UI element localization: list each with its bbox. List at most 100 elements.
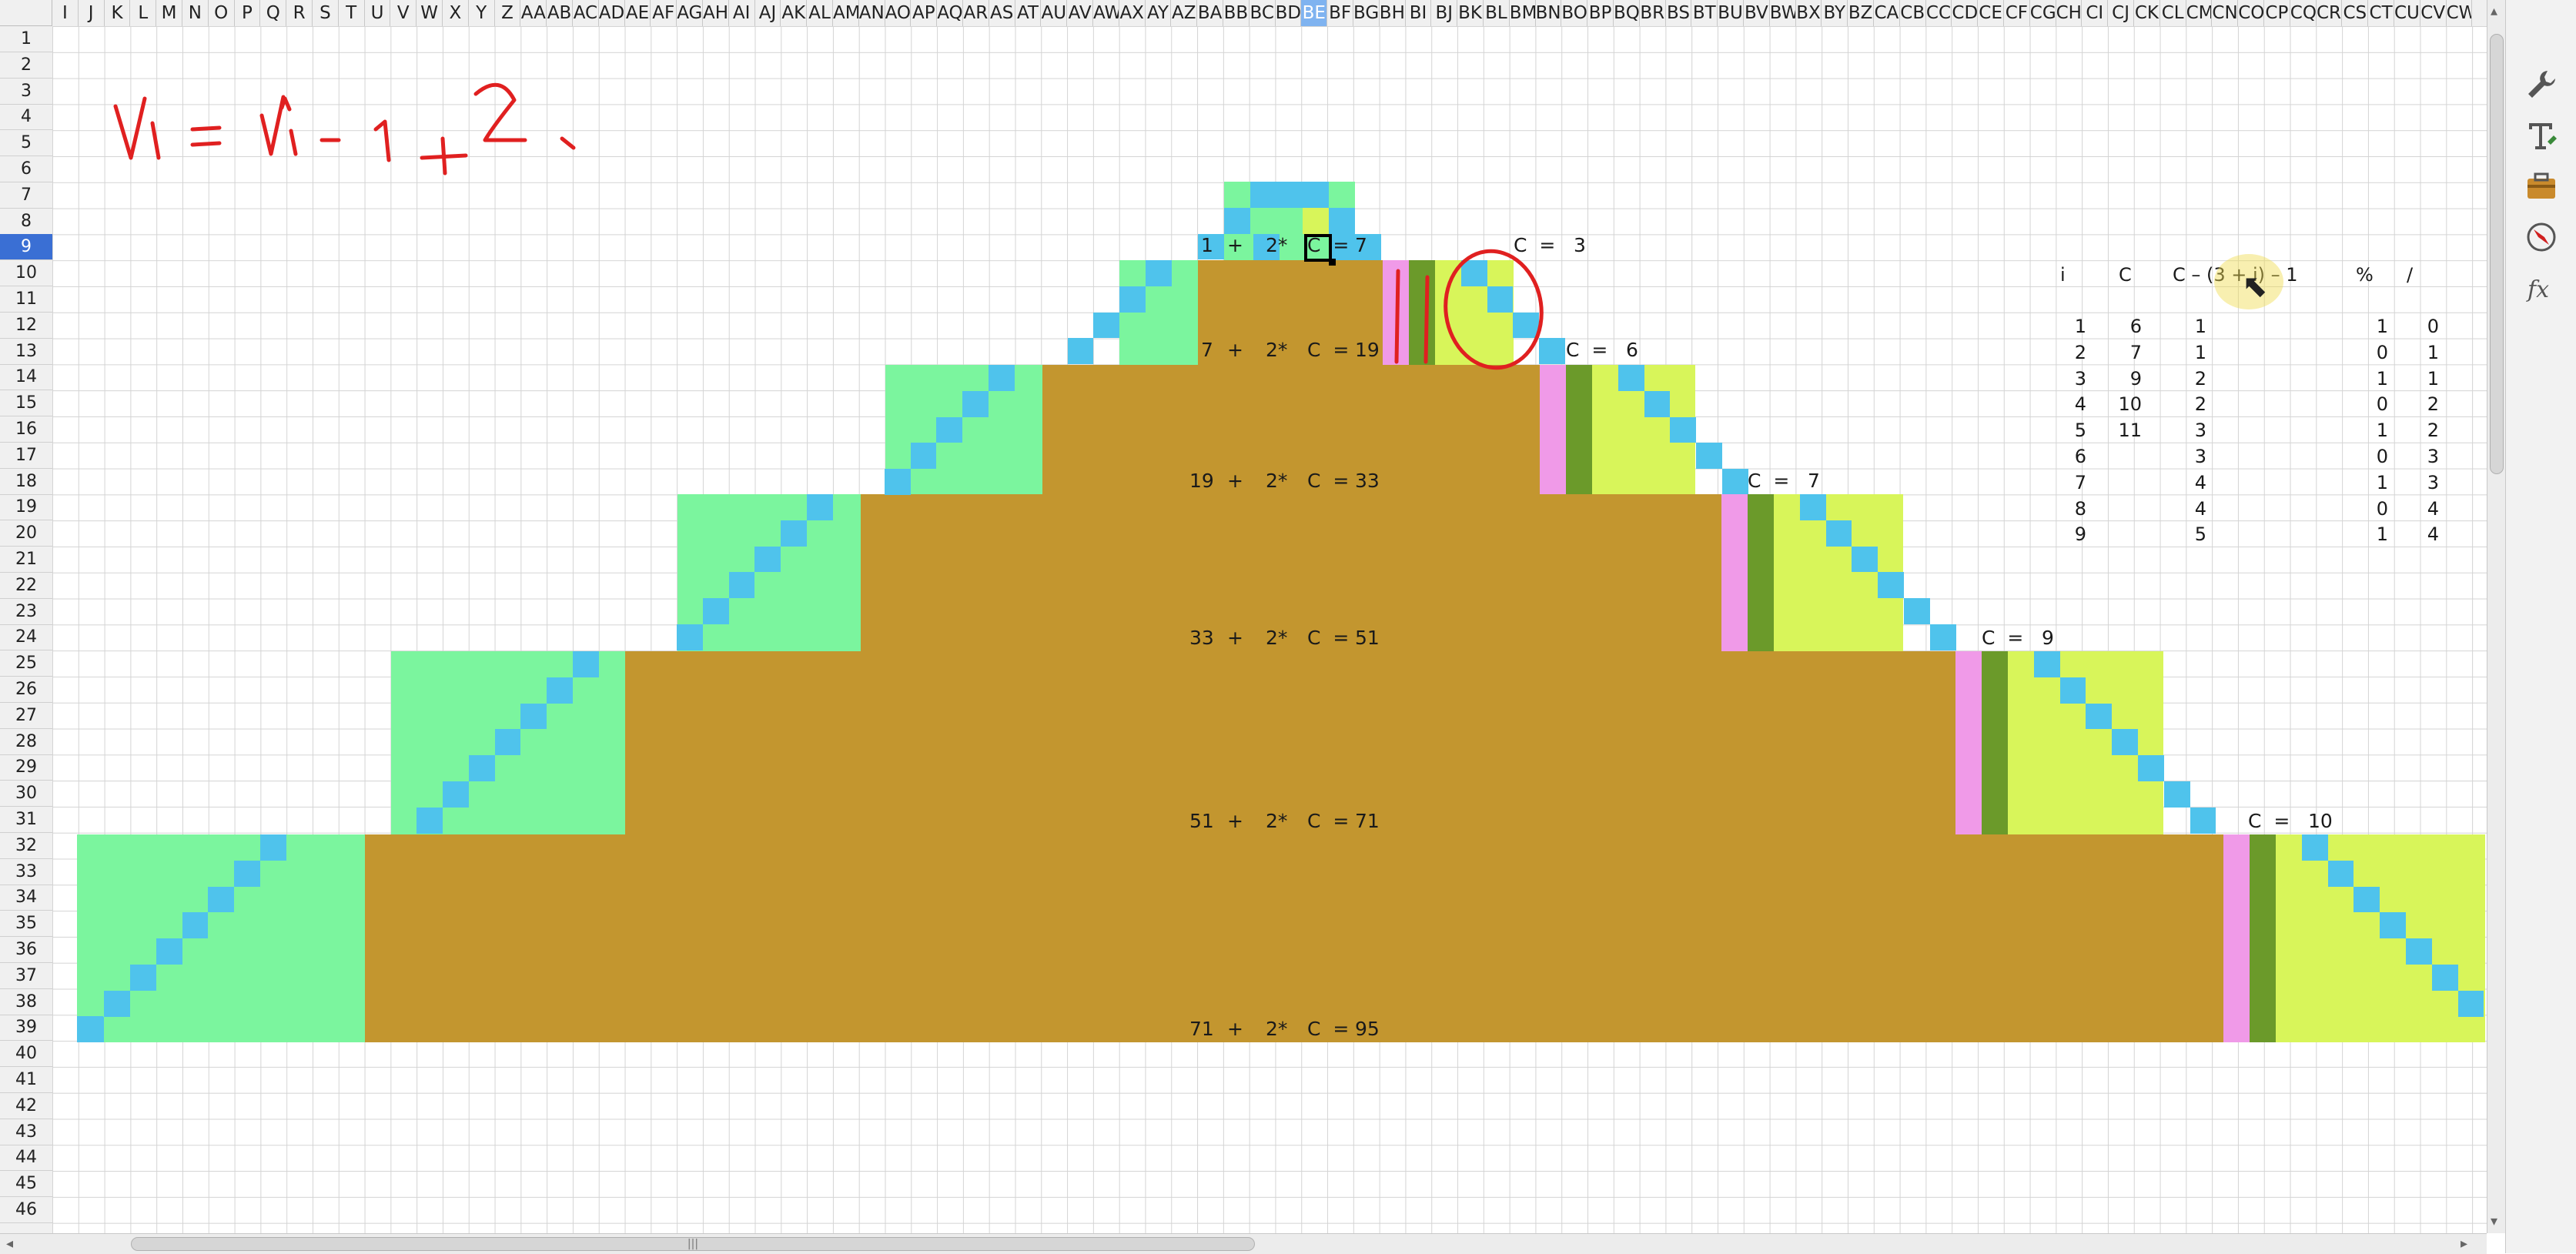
styles-text-icon[interactable] [2521, 115, 2561, 155]
row-header[interactable]: 44 [0, 1145, 52, 1172]
column-header[interactable]: AU [1041, 0, 1068, 26]
row-header[interactable]: 8 [0, 209, 52, 235]
column-header[interactable]: BZ [1848, 0, 1874, 26]
column-header[interactable]: BG [1353, 0, 1380, 26]
row-header[interactable]: 13 [0, 339, 52, 365]
row-header[interactable]: 38 [0, 989, 52, 1015]
column-header[interactable]: AT [1015, 0, 1042, 26]
column-header[interactable]: CN [2212, 0, 2239, 26]
column-header[interactable]: CF [2004, 0, 2030, 26]
column-header[interactable]: X [443, 0, 469, 26]
column-header[interactable]: CD [1952, 0, 1979, 26]
column-header[interactable]: BS [1666, 0, 1692, 26]
row-header[interactable]: 20 [0, 520, 52, 547]
scroll-down-arrow-icon[interactable]: ▾ [2491, 1213, 2497, 1229]
row-header[interactable]: 2 [0, 52, 52, 79]
column-header[interactable]: T [339, 0, 365, 26]
column-header[interactable]: AS [989, 0, 1015, 26]
navigator-icon[interactable] [2521, 217, 2561, 257]
scroll-right-arrow-icon[interactable]: ▸ [2461, 1236, 2467, 1252]
row-header[interactable]: 46 [0, 1197, 52, 1223]
column-header[interactable]: AC [573, 0, 599, 26]
column-header[interactable]: CK [2134, 0, 2160, 26]
column-header[interactable]: J [79, 0, 105, 26]
column-header[interactable]: BC [1250, 0, 1276, 26]
column-header[interactable]: CG [2030, 0, 2056, 26]
column-header[interactable]: U [365, 0, 391, 26]
row-header[interactable]: 15 [0, 390, 52, 417]
column-header[interactable]: BE [1301, 0, 1328, 26]
row-header[interactable]: 34 [0, 884, 52, 911]
column-header[interactable]: AB [547, 0, 573, 26]
column-header[interactable]: CL [2160, 0, 2186, 26]
column-header[interactable]: I [52, 0, 79, 26]
row-header[interactable]: 17 [0, 443, 52, 469]
column-header[interactable]: BX [1796, 0, 1822, 26]
column-header[interactable]: BN [1536, 0, 1562, 26]
column-header[interactable]: AP [911, 0, 938, 26]
column-header[interactable]: AH [703, 0, 729, 26]
column-header[interactable]: CW [2447, 0, 2473, 26]
column-header[interactable]: AL [807, 0, 833, 26]
column-header[interactable]: BJ [1431, 0, 1458, 26]
column-header[interactable]: AF [651, 0, 677, 26]
column-header[interactable]: BA [1197, 0, 1223, 26]
row-header[interactable]: 36 [0, 937, 52, 963]
row-header[interactable]: 39 [0, 1015, 52, 1042]
column-header[interactable]: P [235, 0, 261, 26]
vertical-scrollbar[interactable]: ▴ ▾ [2487, 0, 2506, 1233]
column-header[interactable]: AX [1119, 0, 1146, 26]
column-header[interactable]: CM [2186, 0, 2213, 26]
row-header[interactable]: 27 [0, 703, 52, 729]
column-header[interactable]: CP [2264, 0, 2290, 26]
column-header[interactable]: AQ [937, 0, 963, 26]
row-header[interactable]: 43 [0, 1119, 52, 1145]
row-header[interactable]: 26 [0, 677, 52, 703]
column-header[interactable]: AG [677, 0, 703, 26]
column-header[interactable]: AK [781, 0, 808, 26]
column-header[interactable]: AN [859, 0, 885, 26]
column-header[interactable]: BI [1406, 0, 1432, 26]
row-header[interactable]: 9 [0, 234, 52, 261]
column-header[interactable]: CS [2342, 0, 2369, 26]
column-header[interactable]: BQ [1614, 0, 1640, 26]
column-header[interactable]: BR [1640, 0, 1666, 26]
row-header[interactable]: 14 [0, 364, 52, 391]
column-header[interactable]: L [130, 0, 157, 26]
column-header[interactable]: W [417, 0, 443, 26]
column-header[interactable]: K [105, 0, 131, 26]
row-header-bar[interactable]: 1 2 3 4 5 6 7 8 9 10 11 12 13 14 15 16 17 18 19 20 21 22 23 24 2… [0, 26, 53, 1233]
column-header[interactable]: AD [599, 0, 625, 26]
column-header[interactable]: CB [1900, 0, 1926, 26]
column-header[interactable]: Z [495, 0, 521, 26]
select-all-corner[interactable] [0, 0, 52, 26]
row-header[interactable]: 22 [0, 573, 52, 599]
row-header[interactable]: 12 [0, 313, 52, 339]
column-header[interactable]: BY [1822, 0, 1848, 26]
row-header[interactable]: 41 [0, 1067, 52, 1093]
column-header[interactable]: M [156, 0, 182, 26]
row-header[interactable]: 23 [0, 599, 52, 625]
row-header[interactable]: 30 [0, 781, 52, 808]
column-header[interactable]: AJ [755, 0, 781, 26]
row-header[interactable]: 4 [0, 104, 52, 131]
properties-wrench-icon[interactable] [2521, 65, 2561, 105]
column-header[interactable]: BU [1718, 0, 1744, 26]
column-header[interactable]: BB [1223, 0, 1250, 26]
column-header[interactable]: AI [729, 0, 755, 26]
scroll-left-arrow-icon[interactable]: ◂ [6, 1236, 13, 1252]
row-header[interactable]: 10 [0, 260, 52, 287]
row-header[interactable]: 5 [0, 130, 52, 157]
column-header[interactable]: R [286, 0, 313, 26]
column-header[interactable]: AO [885, 0, 912, 26]
horizontal-scroll-thumb[interactable]: ||| [131, 1237, 1255, 1251]
row-header[interactable]: 21 [0, 547, 52, 573]
row-header[interactable]: 35 [0, 911, 52, 938]
column-header[interactable]: BF [1327, 0, 1353, 26]
column-header[interactable]: CC [1926, 0, 1952, 26]
row-header[interactable]: 28 [0, 729, 52, 755]
column-header[interactable]: BP [1587, 0, 1614, 26]
row-header[interactable]: 29 [0, 754, 52, 781]
row-header[interactable]: 45 [0, 1171, 52, 1198]
row-header[interactable]: 18 [0, 469, 52, 495]
